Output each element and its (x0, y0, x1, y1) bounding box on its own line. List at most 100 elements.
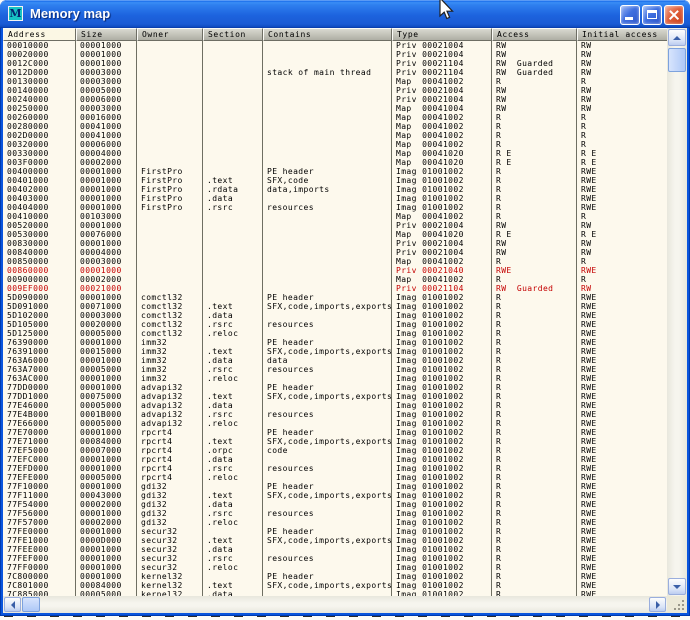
table-row[interactable]: 77E7000000001000rpcrt4PE headerImag 0100… (3, 428, 667, 437)
horizontal-scrollbar[interactable] (3, 596, 667, 613)
table-row[interactable]: 0028000000041000Map 00041002RR (3, 122, 667, 131)
column-header-address[interactable]: Address (3, 28, 76, 41)
table-row[interactable]: 0013000000003000Map 00041002RR (3, 77, 667, 86)
table-row[interactable]: 0090000000002000Map 00041002RR (3, 275, 667, 284)
table-row[interactable]: 7C80000000001000kernel32PE headerImag 01… (3, 572, 667, 581)
table-row[interactable]: 77E4600000005000advapi32.dataImag 010010… (3, 401, 667, 410)
table-row[interactable]: 77EFC00000001000rpcrt4.dataImag 01001002… (3, 455, 667, 464)
table-row[interactable]: 77FEE00000001000secur32.dataImag 0100100… (3, 545, 667, 554)
table-row[interactable]: 77DD000000001000advapi32PE headerImag 01… (3, 383, 667, 392)
table-row[interactable]: 0012D00000003000stack of main threadPriv… (3, 68, 667, 77)
table-row[interactable]: 0026000000016000Map 00041002RR (3, 113, 667, 122)
table-row[interactable]: 0085000000003000Map 00041002RR (3, 257, 667, 266)
maximize-icon[interactable] (642, 5, 662, 25)
cell-contains: PE header (263, 572, 392, 581)
column-header-size[interactable]: Size (76, 28, 137, 41)
table-row[interactable]: 009EF00000021000Priv 00021104RW GuardedR… (3, 284, 667, 293)
table-row[interactable]: 77F1100000043000gdi32.textSFX,code,impor… (3, 491, 667, 500)
table-row[interactable]: 77FF000000001000secur32.relocImag 010010… (3, 563, 667, 572)
table-row[interactable]: 763A700000005000imm32.rsrcresourcesImag … (3, 365, 667, 374)
column-header-initial-access[interactable]: Initial access (577, 28, 667, 41)
table-row[interactable]: 0083000000001000Priv 00021004RWRW (3, 239, 667, 248)
cell-owner: advapi32 (137, 410, 203, 419)
table-row[interactable]: 77F5700000002000gdi32.relocImag 01001002… (3, 518, 667, 527)
table-row[interactable]: 5D09100000071000comctl32.textSFX,code,im… (3, 302, 667, 311)
table-row[interactable]: 0033000000004000Map 00041020R ER E (3, 149, 667, 158)
table-row[interactable]: 77F1000000001000gdi32PE headerImag 01001… (3, 482, 667, 491)
close-icon[interactable] (664, 5, 684, 25)
table-row[interactable]: 5D10500000020000comctl32.rsrcresourcesIm… (3, 320, 667, 329)
table-row[interactable]: 003F000000002000Map 00041020R ER E (3, 158, 667, 167)
table-row[interactable]: 763AC00000001000imm32.relocImag 01001002… (3, 374, 667, 383)
window-icon[interactable]: M (8, 6, 23, 21)
cell-contains (263, 239, 392, 248)
table-row[interactable]: 5D12500000005000comctl32.relocImag 01001… (3, 329, 667, 338)
cell-section: .reloc (203, 563, 263, 572)
table-row[interactable]: 77F5400000002000gdi32.dataImag 01001002R… (3, 500, 667, 509)
scroll-down-icon[interactable] (668, 578, 686, 595)
table-row[interactable]: 77F5600000001000gdi32.rsrcresourcesImag … (3, 509, 667, 518)
table-row[interactable]: 0002000000001000Priv 00021004RWRW (3, 50, 667, 59)
table-row[interactable]: 77FE10000000D000secur32.textSFX,code,imp… (3, 536, 667, 545)
table-row[interactable]: 0012C00000001000Priv 00021104RW GuardedR… (3, 59, 667, 68)
column-header-owner[interactable]: Owner (137, 28, 203, 41)
table-row[interactable]: 77E7100000084000rpcrt4.textSFX,code,impo… (3, 437, 667, 446)
table-row[interactable]: 0040300000001000FirstPro.dataImag 010010… (3, 194, 667, 203)
cell-contains: SFX,code,imports,exports (263, 491, 392, 500)
table-row[interactable]: 77E6600000005000advapi32.relocImag 01001… (3, 419, 667, 428)
titlebar[interactable]: M Memory map (0, 0, 690, 28)
cell-contains (263, 158, 392, 167)
table-row[interactable]: 0052000000001000Priv 00021004RWRW (3, 221, 667, 230)
cell-access: R (492, 185, 577, 194)
column-header-access[interactable]: Access (492, 28, 577, 41)
resize-grip[interactable] (667, 596, 687, 613)
table-row[interactable]: 5D09000000001000comctl32PE headerImag 01… (3, 293, 667, 302)
table-row[interactable]: 7639000000001000imm32PE headerImag 01001… (3, 338, 667, 347)
table-row[interactable]: 77FE000000001000secur32PE headerImag 010… (3, 527, 667, 536)
table-row[interactable]: 002D000000041000Map 00041002RR (3, 131, 667, 140)
scroll-right-icon[interactable] (649, 597, 666, 612)
table-row[interactable]: 0025000000003000Map 00041004RWRW (3, 104, 667, 113)
table-row[interactable]: 0086000000001000Priv 00021040RWERWE (3, 266, 667, 275)
table-row[interactable]: 0014000000005000Priv 00021004RWRW (3, 86, 667, 95)
cell-contains (263, 140, 392, 149)
table-row[interactable]: 77EF500000007000rpcrt4.orpccodeImag 0100… (3, 446, 667, 455)
cell-contains (263, 59, 392, 68)
table-row[interactable]: 7639100000015000imm32.textSFX,code,impor… (3, 347, 667, 356)
table-row[interactable]: 0041000000103000Map 00041002RR (3, 212, 667, 221)
cell-size: 00005000 (76, 86, 137, 95)
table-row[interactable]: 0032000000006000Map 00041002RR (3, 140, 667, 149)
cell-size: 00001000 (76, 428, 137, 437)
cell-contains: resources (263, 410, 392, 419)
table-row[interactable]: 763A600000001000imm32.datadataImag 01001… (3, 356, 667, 365)
table-row[interactable]: 77FEF00000001000secur32.rsrcresourcesIma… (3, 554, 667, 563)
column-header-type[interactable]: Type (392, 28, 492, 41)
table-row[interactable]: 77EFE00000005000rpcrt4.relocImag 0100100… (3, 473, 667, 482)
table-row[interactable]: 0053000000076000Map 00041020R ER E (3, 230, 667, 239)
table-row[interactable]: 77DD100000075000advapi32.textSFX,code,im… (3, 392, 667, 401)
table-row[interactable]: 0040200000001000FirstPro.rdatadata,impor… (3, 185, 667, 194)
table-row[interactable]: 77EFD00000001000rpcrt4.rsrcresourcesImag… (3, 464, 667, 473)
table-row[interactable]: 0001000000001000Priv 00021004RWRW (3, 41, 667, 50)
table-row[interactable]: 0024000000006000Priv 00021004RWRW (3, 95, 667, 104)
table-row[interactable]: 0040100000001000FirstPro.textSFX,codeIma… (3, 176, 667, 185)
table-row[interactable]: 0040000000001000FirstProPE headerImag 01… (3, 167, 667, 176)
minimize-icon[interactable] (620, 5, 640, 25)
table-row[interactable]: 5D10200000003000comctl32.dataImag 010010… (3, 311, 667, 320)
vertical-scrollbar[interactable] (667, 28, 687, 596)
table-row[interactable]: 0084000000004000Priv 00021004RWRW (3, 248, 667, 257)
cell-owner: advapi32 (137, 419, 203, 428)
table-row[interactable]: 7C80100000084000kernel32.textSFX,code,im… (3, 581, 667, 590)
cell-size: 00001000 (76, 482, 137, 491)
column-header-section[interactable]: Section (203, 28, 263, 41)
table-row[interactable]: 0040400000001000FirstPro.rsrcresourcesIm… (3, 203, 667, 212)
table-row[interactable]: 77E4B0000001B000advapi32.rsrcresourcesIm… (3, 410, 667, 419)
cell-size: 00001000 (76, 167, 137, 176)
cell-section: .text (203, 437, 263, 446)
scroll-left-icon[interactable] (4, 597, 21, 612)
vertical-scroll-thumb[interactable] (668, 48, 686, 72)
column-header-contains[interactable]: Contains (263, 28, 392, 41)
horizontal-scroll-thumb[interactable] (22, 597, 40, 612)
scroll-up-icon[interactable] (668, 29, 686, 46)
cell-section (203, 149, 263, 158)
